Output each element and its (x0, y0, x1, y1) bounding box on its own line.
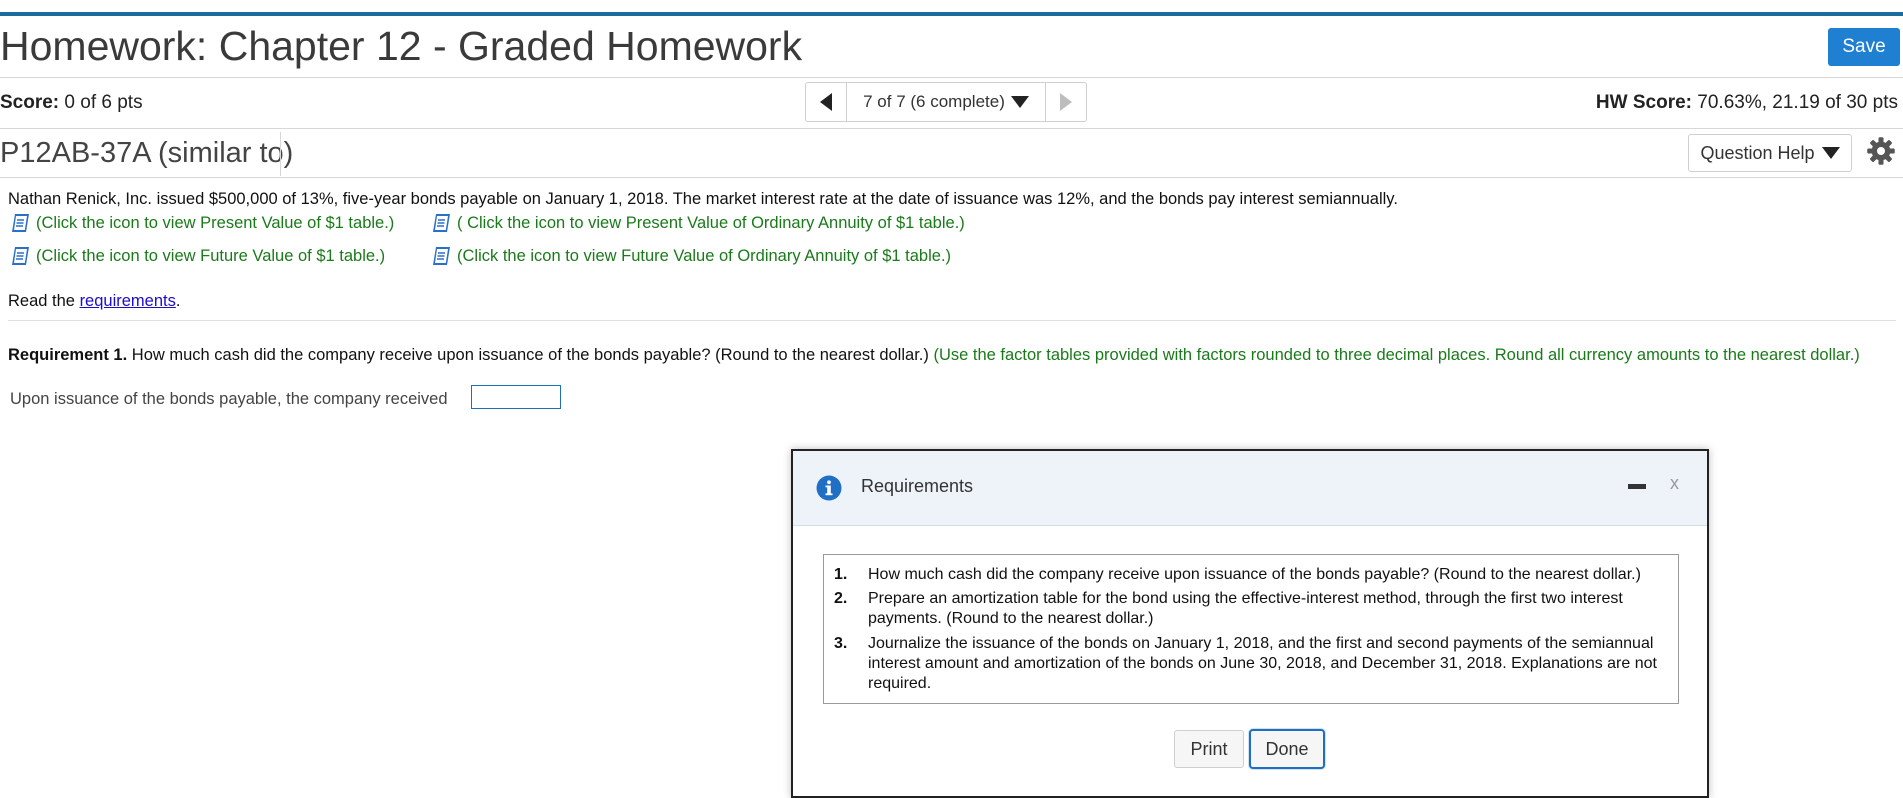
book-icon (12, 247, 29, 265)
dialog-header: Requirements x (793, 451, 1707, 526)
page-title: Homework: Chapter 12 - Graded Homework (0, 23, 803, 69)
question-select[interactable]: 7 of 7 (6 complete) (847, 83, 1046, 121)
answer-label: Upon issuance of the bonds payable, the … (10, 390, 448, 408)
requirements-link[interactable]: requirements (80, 292, 176, 310)
future-value-table-link[interactable]: (Click the icon to view Future Value of … (10, 245, 385, 267)
next-question-button[interactable] (1046, 83, 1086, 121)
requirement-1-instruction: (Use the factor tables provided with fac… (933, 346, 1860, 364)
list-item: 2. Prepare an amortization table for the… (834, 589, 1674, 629)
requirements-list: 1. How much cash did the company receive… (823, 554, 1679, 704)
divider (0, 77, 1903, 78)
close-icon[interactable]: x (1670, 473, 1679, 494)
future-value-table-text: (Click the icon to view Future Value of … (36, 246, 386, 265)
read-requirements-suffix: . (175, 292, 181, 310)
requirement-1-label: Requirement 1. (8, 346, 128, 364)
hw-score: HW Score: 70.63%, 21.19 of 30 pts (1596, 92, 1898, 114)
present-value-table-text: (Click the icon to view Present Value of… (36, 213, 395, 232)
list-item: 3. Journalize the issuance of the bonds … (834, 634, 1674, 694)
requirement-1-question: How much cash did the company receive up… (127, 346, 934, 364)
list-item: 1. How much cash did the company receive… (834, 565, 1674, 585)
list-item-number: 1. (834, 566, 848, 583)
list-item-number: 2. (834, 590, 848, 607)
info-icon (816, 475, 842, 501)
score-label: Score: (0, 92, 60, 113)
list-item-text: Journalize the issuance of the bonds on … (868, 635, 1657, 692)
top-accent-bar (0, 12, 1903, 16)
requirements-dialog: Requirements x 1. How much cash did the … (791, 449, 1709, 798)
read-requirements: Read the requirements. (8, 292, 180, 311)
future-value-annuity-table-text: (Click the icon to view Future Value of … (457, 246, 952, 265)
save-button[interactable]: Save (1828, 28, 1900, 66)
requirement-1: Requirement 1. How much cash did the com… (8, 346, 1860, 365)
list-item-text: How much cash did the company receive up… (868, 566, 1641, 583)
question-help-button[interactable]: Question Help (1688, 134, 1852, 172)
prev-question-button[interactable] (806, 83, 847, 121)
prev-arrow-icon (820, 93, 832, 111)
minimize-icon[interactable] (1628, 484, 1646, 489)
score: Score: 0 of 6 pts (0, 92, 143, 114)
divider (0, 177, 1903, 178)
book-icon (433, 247, 450, 265)
hw-score-label: HW Score: (1595, 92, 1692, 113)
print-button[interactable]: Print (1174, 730, 1244, 768)
present-value-annuity-table-link[interactable]: ( Click the icon to view Present Value o… (431, 212, 965, 234)
dialog-title: Requirements (861, 476, 974, 496)
present-value-table-link[interactable]: (Click the icon to view Present Value of… (10, 212, 394, 234)
chevron-down-icon (1821, 147, 1840, 159)
divider (0, 128, 1903, 129)
book-icon (12, 214, 29, 232)
chevron-down-icon (1010, 96, 1029, 108)
score-value: 0 of 6 pts (64, 92, 143, 113)
question-position: 7 of 7 (6 complete) (863, 92, 1005, 111)
next-arrow-icon (1060, 93, 1072, 111)
read-requirements-prefix: Read the (8, 292, 80, 310)
gear-icon[interactable] (1866, 136, 1896, 166)
list-item-text: Prepare an amortization table for the bo… (868, 590, 1623, 627)
divider (280, 132, 281, 176)
future-value-annuity-table-link[interactable]: (Click the icon to view Future Value of … (431, 245, 951, 267)
problem-statement: Nathan Renick, Inc. issued $500,000 of 1… (8, 190, 1398, 208)
hw-score-value: 70.63%, 21.19 of 30 pts (1697, 92, 1898, 113)
book-icon (433, 214, 450, 232)
question-id: P12AB-37A (similar to) (0, 137, 294, 169)
question-navigator: 7 of 7 (6 complete) (805, 82, 1087, 122)
cash-received-input[interactable] (471, 385, 561, 409)
divider (8, 320, 1896, 321)
done-button[interactable]: Done (1249, 729, 1325, 769)
list-item-number: 3. (834, 635, 848, 652)
question-help-label: Question Help (1700, 142, 1815, 163)
present-value-annuity-table-text: ( Click the icon to view Present Value o… (457, 213, 965, 232)
